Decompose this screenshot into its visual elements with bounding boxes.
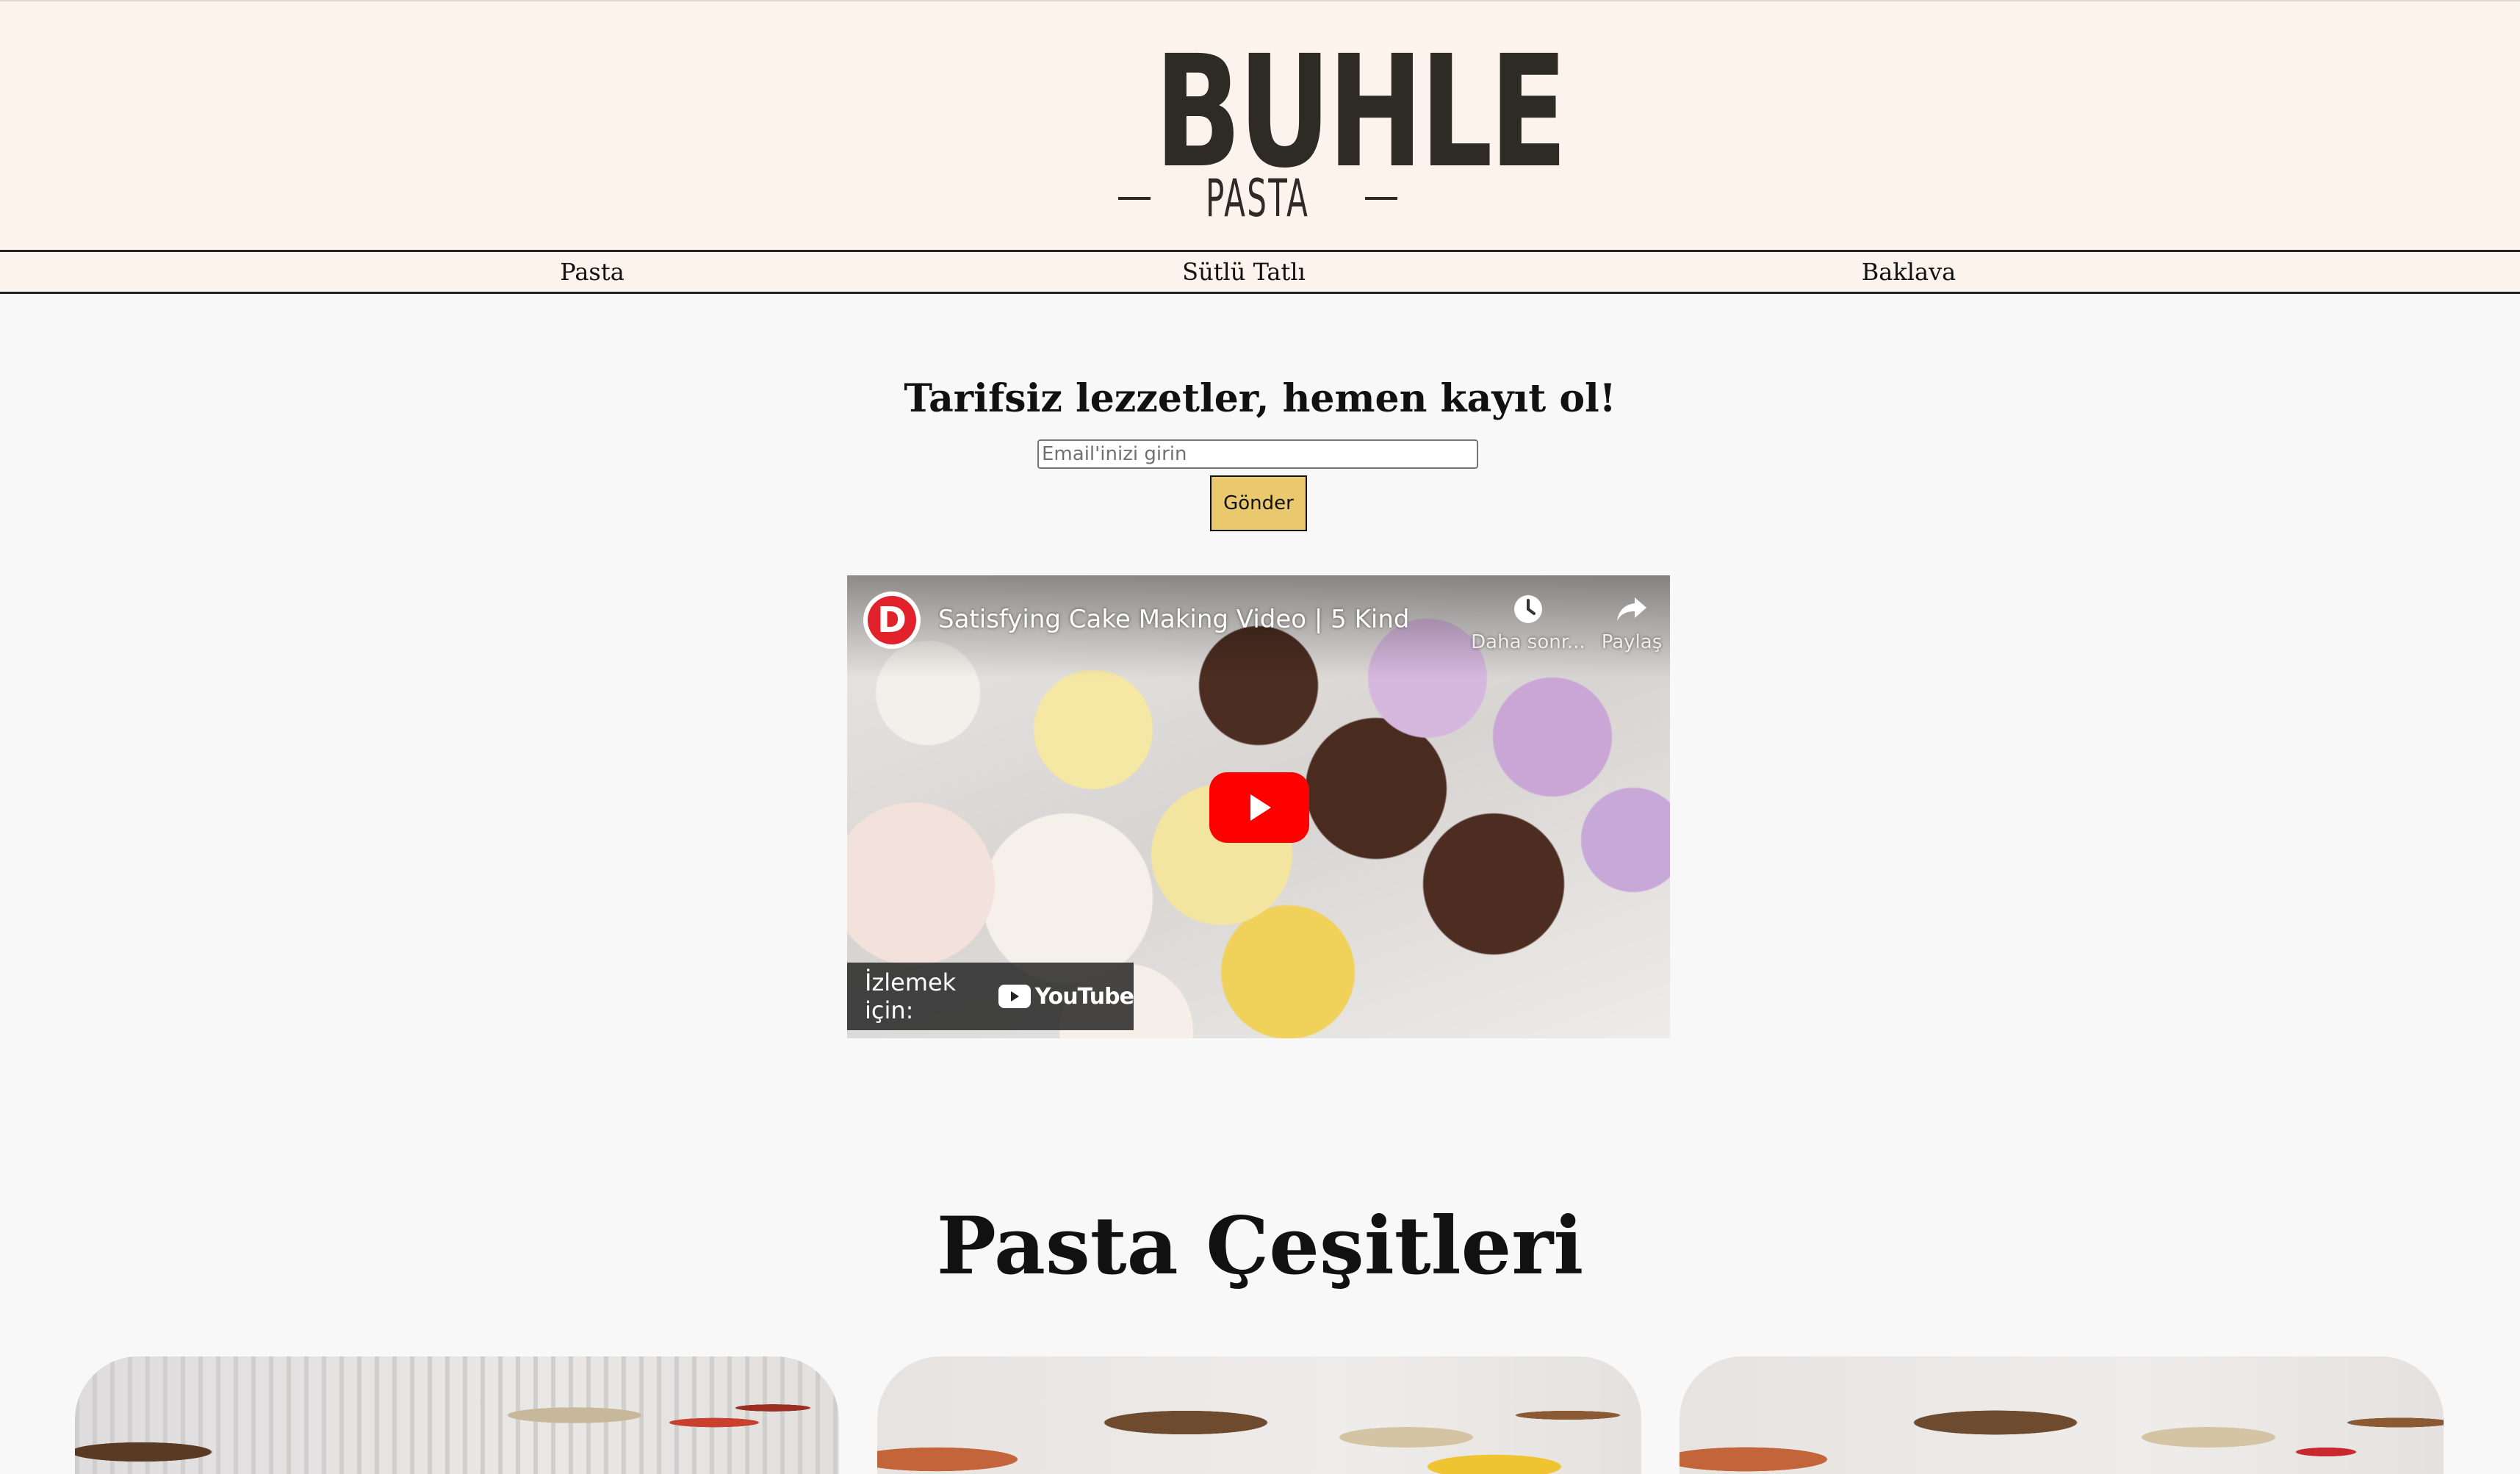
signup-title: Tarifsiz lezzetler, hemen kayıt ol!: [904, 376, 1616, 421]
product-card-image[interactable]: [877, 1356, 1641, 1474]
products-section-title: Pasta Çeşitleri: [936, 1200, 1584, 1293]
play-icon: [1250, 794, 1271, 821]
watch-later-label: Daha sonr...: [1471, 631, 1585, 653]
logo-divider-left: [1118, 197, 1151, 200]
main-nav: Pasta Sütlü Tatlı Baklava: [0, 250, 2520, 294]
youtube-logo: YouTube: [998, 984, 1134, 1010]
youtube-wordmark: YouTube: [1034, 983, 1134, 1010]
nav-item-sutlu-tatli[interactable]: Sütlü Tatlı: [1097, 252, 1391, 292]
submit-button[interactable]: Gönder: [1210, 475, 1307, 531]
nav-item-pasta[interactable]: Pasta: [445, 252, 739, 292]
play-button[interactable]: [1209, 772, 1309, 843]
embedded-video[interactable]: D Satisfying Cake Making Video | 5 Kind.…: [847, 575, 1670, 1038]
logo-divider-right: [1364, 197, 1397, 200]
clock-icon: [1514, 595, 1542, 623]
nav-item-baklava[interactable]: Baklava: [1762, 252, 2056, 292]
video-title[interactable]: Satisfying Cake Making Video | 5 Kind...: [938, 603, 1408, 636]
watch-on-label: İzlemek için:: [865, 968, 957, 1024]
product-card-image[interactable]: [75, 1356, 839, 1474]
watch-later-button[interactable]: Daha sonr...: [1466, 592, 1591, 653]
share-button[interactable]: Paylaş: [1591, 592, 1670, 653]
channel-avatar-letter: D: [868, 596, 916, 644]
email-input[interactable]: [1037, 439, 1478, 469]
share-icon: [1617, 597, 1646, 621]
channel-avatar[interactable]: D: [863, 592, 921, 649]
watch-on-youtube-link[interactable]: İzlemek için: YouTube: [847, 963, 1134, 1030]
share-label: Paylaş: [1601, 631, 1663, 653]
logo-wordmark: BUHLE: [1154, 22, 1567, 202]
logo-subtitle-row: PASTA: [1118, 169, 1397, 228]
site-logo[interactable]: BUHLE PASTA: [1118, 22, 1568, 228]
product-card-image[interactable]: [1680, 1356, 2444, 1474]
youtube-play-icon: [998, 985, 1031, 1008]
site-header: BUHLE PASTA: [0, 1, 2520, 251]
logo-subtitle: PASTA: [1206, 168, 1310, 229]
